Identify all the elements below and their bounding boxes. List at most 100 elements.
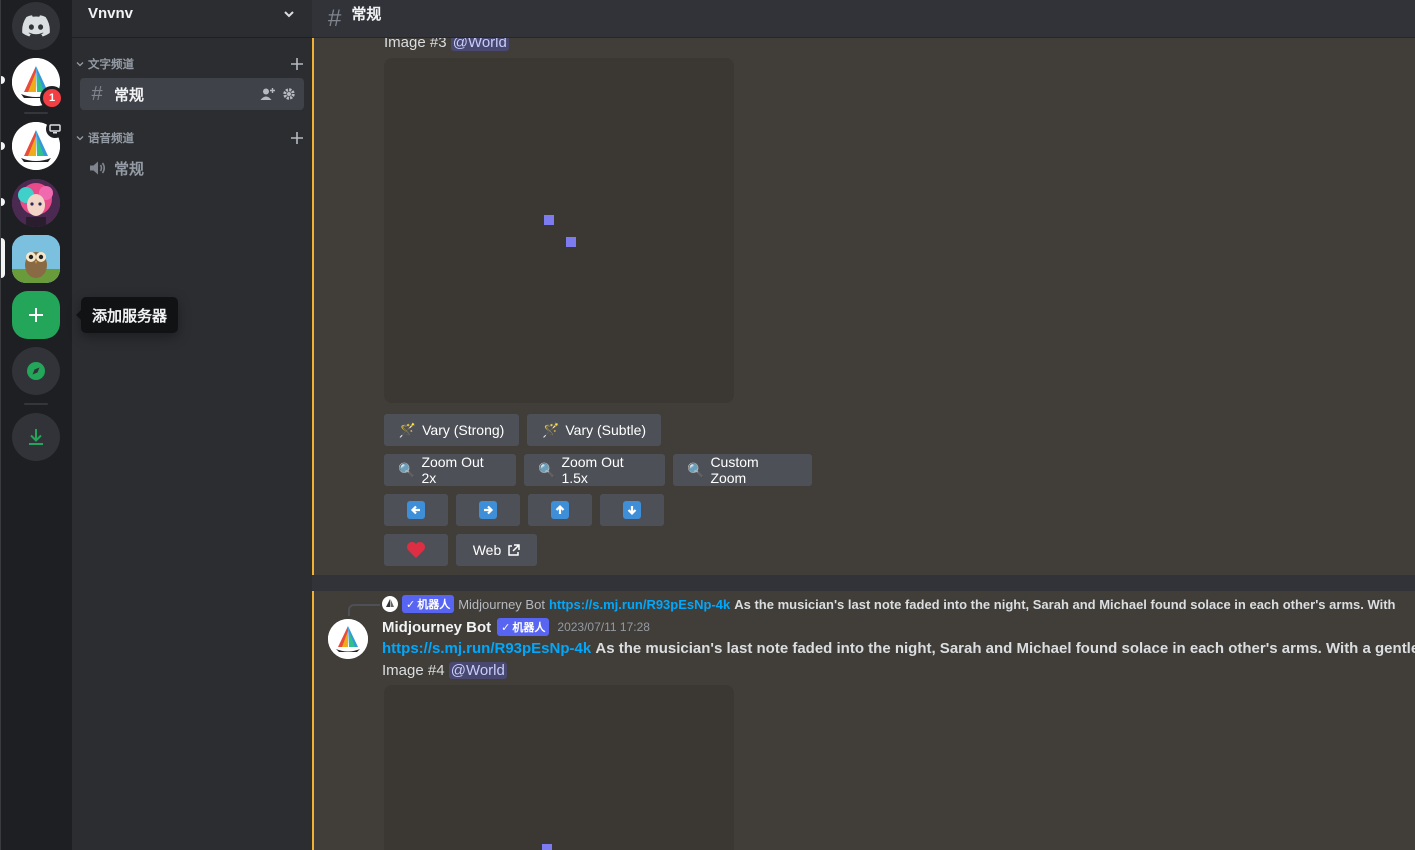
message-header: Midjourney Bot ✓ 机器人 2023/07/11 17:28: [382, 618, 650, 636]
category-label: 语音频道: [88, 133, 134, 145]
image-placeholder[interactable]: [384, 58, 734, 403]
channel-title: 常规: [351, 6, 382, 23]
add-server-button[interactable]: [12, 291, 60, 339]
server-rail: 1: [0, 0, 72, 850]
message-image-3: Image #3 @World 🪄 Vary (Strong) 🪄 Vary (…: [312, 38, 1415, 575]
category-voice-channels[interactable]: 语音频道: [76, 129, 304, 147]
unread-pill-3: [1, 198, 5, 206]
timestamp: 2023/07/11 17:28: [557, 620, 650, 634]
user-mention[interactable]: @World: [448, 662, 507, 679]
heart-icon: [407, 542, 425, 558]
loading-dot: [544, 215, 554, 225]
caret-down-icon: [76, 136, 84, 141]
pan-left-button[interactable]: [384, 494, 448, 526]
channel-label: 常规: [114, 160, 145, 178]
channel-text-general[interactable]: # 常规: [80, 78, 304, 110]
message-link[interactable]: https://s.mj.run/R93pEsNp-4k: [382, 640, 591, 657]
reply-link[interactable]: https://s.mj.run/R93pEsNp-4k: [549, 597, 730, 612]
anime-avatar-icon: [12, 179, 60, 227]
magnifier-icon: 🔍: [538, 461, 556, 478]
reply-avatar-icon: [382, 596, 398, 612]
zoom-out-1-5x-button[interactable]: 🔍 Zoom Out 1.5x: [524, 454, 665, 486]
server-icon-midjourney-2[interactable]: [12, 120, 64, 170]
image-label: Image #4: [382, 662, 445, 679]
discord-logo-icon: [22, 15, 50, 37]
channel-sidebar: Vnvnv 文字频道 # 常规 语音频道 常规: [72, 0, 312, 850]
pan-up-button[interactable]: [528, 494, 592, 526]
gear-icon[interactable]: [282, 87, 296, 101]
arrow-left-icon: [407, 501, 425, 519]
explore-servers-button[interactable]: [12, 347, 60, 395]
caret-down-icon: [76, 62, 84, 67]
button-label: Web: [472, 542, 502, 558]
hashtag-icon: #: [91, 82, 103, 105]
plus-icon: [29, 308, 43, 322]
reply-author: Midjourney Bot: [458, 596, 545, 612]
invite-icon[interactable]: [260, 87, 276, 101]
guild-name: Vnvnv: [88, 5, 134, 22]
server-icon-anime[interactable]: [12, 179, 60, 227]
sailboat-icon: [328, 619, 368, 659]
author-avatar[interactable]: [328, 619, 368, 659]
button-label: Custom Zoom: [710, 454, 759, 486]
unread-pill: [1, 76, 5, 84]
create-channel-icon[interactable]: [290, 57, 304, 71]
vary-subtle-button[interactable]: 🪄 Vary (Subtle): [527, 414, 661, 446]
create-channel-icon[interactable]: [290, 131, 304, 145]
message-line: Image #4 @World: [382, 662, 507, 679]
server-icon-midjourney-1[interactable]: 1: [12, 58, 64, 110]
arrow-down-icon: [623, 501, 641, 519]
add-server-tooltip: 添加服务器: [75, 297, 179, 333]
reply-text: As the musician's last note faded into t…: [734, 596, 1396, 612]
verified-check-icon: ✓: [501, 621, 511, 634]
download-icon: [29, 429, 43, 445]
category-text-channels[interactable]: 文字频道: [76, 55, 304, 73]
message-divider: [312, 575, 1415, 591]
arrow-up-icon: [551, 501, 569, 519]
monitor-icon: [46, 120, 64, 138]
arrow-right-icon: [479, 501, 497, 519]
favorite-button[interactable]: [384, 534, 448, 566]
message-line: Image #3 @World: [384, 38, 509, 51]
selected-pill: [1, 238, 5, 278]
bot-tag: ✓ 机器人: [497, 618, 550, 636]
discord-app: 1 添加服务器 Vnvnv 文字频道 # 常规 语音频道 常规 # 常规 Ima…: [0, 0, 1415, 850]
unread-pill-2: [1, 142, 5, 150]
button-label: Vary (Subtle): [565, 422, 647, 438]
web-link-button[interactable]: Web: [456, 534, 537, 566]
loading-dot: [566, 237, 576, 247]
pan-down-button[interactable]: [600, 494, 664, 526]
image-label: Image #3: [384, 38, 447, 51]
pan-right-button[interactable]: [456, 494, 520, 526]
hashtag-icon: #: [328, 4, 342, 32]
external-link-icon: [508, 543, 521, 556]
magic-wand-icon: 🪄: [398, 421, 417, 438]
channel-voice-general[interactable]: 常规: [80, 152, 304, 184]
image-placeholder[interactable]: [384, 685, 734, 850]
magnifier-icon: 🔍: [687, 461, 705, 478]
owl-icon: [12, 235, 60, 283]
message-content: https://s.mj.run/R93pEsNp-4k As the musi…: [382, 640, 1415, 657]
channel-header: # 常规: [312, 0, 1415, 38]
custom-zoom-button[interactable]: 🔍 Custom Zoom: [673, 454, 812, 486]
server-icon-vnvnv[interactable]: [12, 235, 60, 283]
button-label: Vary (Strong): [422, 422, 505, 438]
chevron-down-icon: [284, 10, 294, 17]
category-label: 文字频道: [88, 59, 134, 71]
author-name[interactable]: Midjourney Bot: [382, 619, 491, 636]
message-text: As the musician's last note faded into t…: [595, 640, 1415, 657]
reply-preview[interactable]: ✓ 机器人 Midjourney Bot https://s.mj.run/R9…: [382, 595, 1396, 613]
discord-home-button[interactable]: [12, 2, 60, 50]
vary-strong-button[interactable]: 🪄 Vary (Strong): [384, 414, 519, 446]
bot-tag-label: 机器人: [417, 599, 451, 611]
compass-icon: [27, 362, 45, 380]
zoom-out-2x-button[interactable]: 🔍 Zoom Out 2x: [384, 454, 516, 486]
guild-header[interactable]: Vnvnv: [72, 0, 312, 38]
user-mention[interactable]: @World: [450, 38, 509, 51]
download-apps-button[interactable]: [12, 413, 60, 461]
bot-tag: ✓ 机器人: [402, 595, 455, 613]
bot-tag-label: 机器人: [512, 622, 546, 634]
loading-dot: [542, 844, 552, 850]
button-label: Zoom Out 1.5x: [561, 454, 624, 486]
unread-badge: 1: [40, 86, 64, 110]
